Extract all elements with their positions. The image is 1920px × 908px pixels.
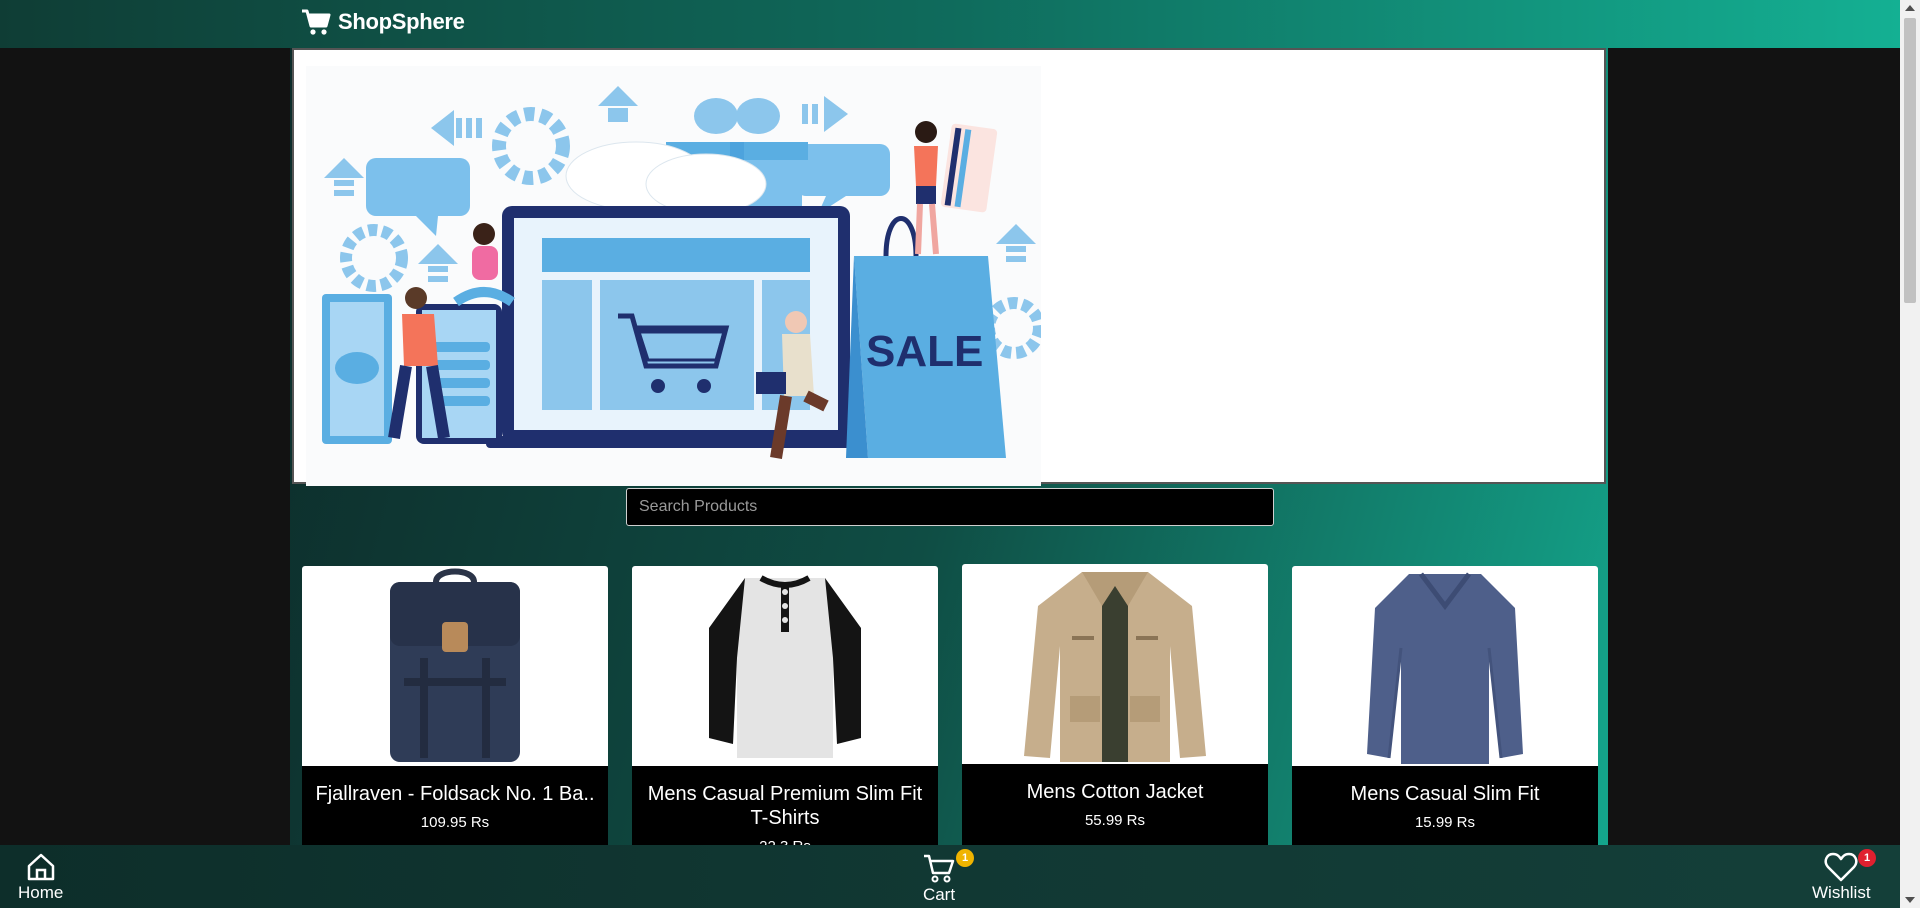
product-price: 109.95 Rs (420, 814, 490, 831)
product-image[interactable] (302, 566, 608, 766)
top-navbar: ShopSphere (0, 0, 1900, 48)
cart-count-badge: 1 (956, 849, 974, 867)
product-info: Mens Cotton Jacket 55.99 Rs (962, 764, 1268, 854)
product-info: Mens Casual Premium Slim Fit T-Shirts 22… (632, 766, 938, 856)
product-card[interactable]: Mens Casual Slim Fit 15.99 Rs (1292, 566, 1598, 856)
nav-wishlist-label: Wishlist (1812, 883, 1871, 902)
sale-text: SALE (866, 327, 983, 376)
home-icon (27, 853, 54, 881)
nav-cart[interactable]: 1 Cart (922, 849, 974, 905)
page-scrollbar[interactable] (1900, 0, 1920, 908)
product-title[interactable]: Mens Cotton Jacket (962, 780, 1268, 804)
cart-icon (302, 9, 331, 35)
product-image[interactable] (962, 564, 1268, 764)
wishlist-count-badge: 1 (1858, 849, 1876, 867)
nav-cart-label: Cart (922, 885, 956, 904)
nav-home-label: Home (18, 883, 64, 902)
bottom-navbar: Home 1 Cart 1 Wishlist (0, 845, 1900, 908)
promo-banner: SALE (292, 48, 1606, 486)
heart-icon (1824, 852, 1858, 882)
product-price: 15.99 Rs (1414, 814, 1476, 831)
product-title[interactable]: Mens Casual Premium Slim Fit T-Shirts (632, 782, 938, 830)
nav-wishlist[interactable]: 1 Wishlist (1812, 849, 1876, 903)
scroll-thumb[interactable] (1904, 18, 1916, 303)
product-card[interactable]: Fjallraven - Foldsack No. 1 Ba.. 109.95 … (302, 566, 608, 856)
main-content: SALE Search Products Fjallraven - Foldsa… (290, 48, 1608, 856)
product-card[interactable]: Mens Cotton Jacket 55.99 Rs (962, 564, 1268, 854)
product-info: Fjallraven - Foldsack No. 1 Ba.. 109.95 … (302, 766, 608, 856)
cart-icon (924, 854, 955, 883)
nav-home[interactable]: Home (18, 851, 63, 903)
scroll-up-arrow[interactable] (1905, 5, 1915, 11)
scroll-down-arrow[interactable] (1905, 897, 1915, 903)
brand-logo[interactable]: ShopSphere (300, 6, 465, 38)
brand-name: ShopSphere (338, 9, 465, 34)
product-info: Mens Casual Slim Fit 15.99 Rs (1292, 766, 1598, 856)
search-input[interactable] (626, 488, 1274, 526)
product-image[interactable] (632, 566, 938, 766)
product-price: 55.99 Rs (1084, 812, 1146, 829)
shopping-illustration: SALE (306, 66, 1045, 486)
product-title[interactable]: Fjallraven - Foldsack No. 1 Ba.. (302, 782, 608, 806)
product-image[interactable] (1292, 566, 1598, 766)
product-title[interactable]: Mens Casual Slim Fit (1292, 782, 1598, 806)
product-card[interactable]: Mens Casual Premium Slim Fit T-Shirts 22… (632, 566, 938, 856)
